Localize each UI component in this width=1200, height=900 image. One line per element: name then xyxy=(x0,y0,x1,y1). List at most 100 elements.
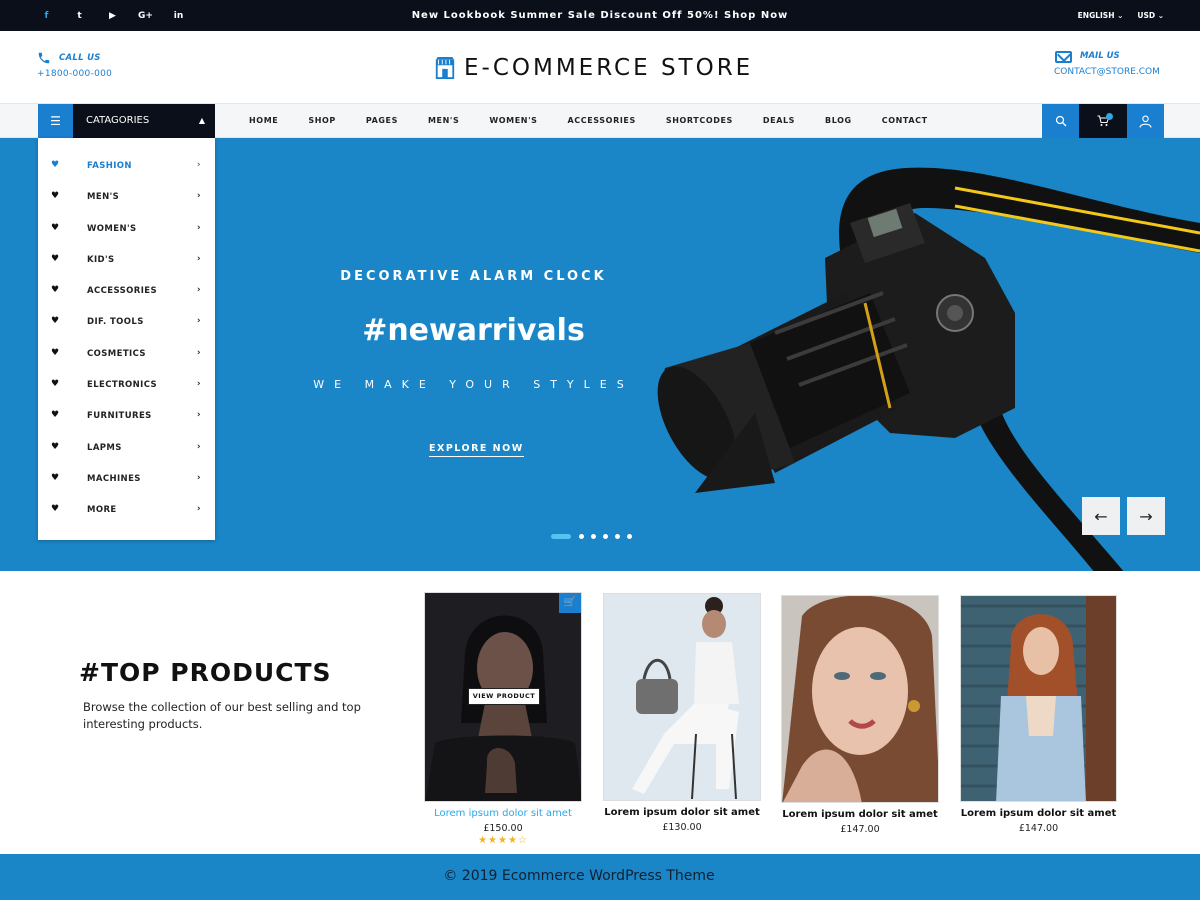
chevron-right-icon: › xyxy=(196,472,201,483)
product-name[interactable]: Lorem ipsum dolor sit amet xyxy=(603,807,761,818)
category-item-kids[interactable]: ♥ KID'S › xyxy=(38,245,215,276)
account-button[interactable] xyxy=(1127,104,1164,138)
heart-icon: ♥ xyxy=(51,441,60,452)
star-outline-icon: ☆ xyxy=(517,835,528,846)
heart-icon: ♥ xyxy=(51,253,60,264)
promo-text[interactable]: New Lookbook Summer Sale Discount Off 50… xyxy=(0,0,1200,31)
slider-dot[interactable] xyxy=(579,534,584,539)
category-label: MEN'S xyxy=(87,192,120,203)
category-item-electronics[interactable]: ♥ ELECTRONICS › xyxy=(38,370,215,401)
call-us[interactable]: CALL US +1800-000-000 xyxy=(37,51,112,79)
category-item-machines[interactable]: ♥ MACHINES › xyxy=(38,464,215,495)
category-item-lapms[interactable]: ♥ LAPMS › xyxy=(38,433,215,464)
nav-pages[interactable]: PAGES xyxy=(351,104,413,138)
call-us-label: CALL US xyxy=(59,53,101,63)
category-label: FASHION xyxy=(87,161,132,171)
mail-icon xyxy=(1055,51,1072,63)
product-image[interactable]: VIEW PRODUCT 🛒 xyxy=(424,592,582,802)
cart-button[interactable] xyxy=(1079,104,1127,138)
mail-us[interactable]: MAIL US CONTACT@STORE.COM xyxy=(1054,51,1160,77)
nav-blog[interactable]: BLOG xyxy=(810,104,867,138)
categories-toggle[interactable]: ☰ CATAGORIES ▲ xyxy=(38,104,215,138)
cart-badge xyxy=(1106,113,1113,120)
product-image[interactable] xyxy=(781,595,939,803)
category-item-fashion[interactable]: ♥ FASHION › xyxy=(38,151,215,182)
currency-select[interactable]: USD ⌄ xyxy=(1137,0,1164,31)
chevron-right-icon: › xyxy=(196,191,201,202)
chevron-right-icon: › xyxy=(196,347,201,358)
email-address[interactable]: CONTACT@STORE.COM xyxy=(1054,67,1160,77)
product-price: £150.00 xyxy=(483,823,523,834)
chevron-right-icon: › xyxy=(196,441,201,452)
product-name[interactable]: Lorem ipsum dolor sit amet xyxy=(781,809,939,820)
category-item-more[interactable]: ♥ MORE › xyxy=(38,495,215,526)
product-name[interactable]: Lorem ipsum dolor sit amet xyxy=(960,808,1117,819)
product-name[interactable]: Lorem ipsum dolor sit amet xyxy=(424,808,582,819)
phone-number[interactable]: +1800-000-000 xyxy=(37,69,112,79)
category-item-mens[interactable]: ♥ MEN'S › xyxy=(38,182,215,213)
slider-dot-active[interactable] xyxy=(551,534,571,539)
product-image[interactable] xyxy=(960,595,1117,802)
main-nav: ☰ CATAGORIES ▲ HOME SHOP PAGES MEN'S WOM… xyxy=(0,103,1200,138)
nav-mens[interactable]: MEN'S xyxy=(413,104,474,138)
nav-shortcodes[interactable]: SHORTCODES xyxy=(651,104,748,138)
nav-deals[interactable]: DEALS xyxy=(748,104,810,138)
category-item-tools[interactable]: ♥ DIF. TOOLS › xyxy=(38,307,215,338)
category-dropdown: ♥ FASHION › ♥ MEN'S › ♥ WOMEN'S › ♥ KID'… xyxy=(38,138,215,540)
language-select[interactable]: ENGLISH ⌄ xyxy=(1078,0,1124,31)
slider-dot[interactable] xyxy=(627,534,632,539)
explore-now-link[interactable]: EXPLORE NOW xyxy=(429,443,524,457)
search-button[interactable] xyxy=(1042,104,1079,138)
product-photo xyxy=(782,596,938,802)
next-slide-button[interactable]: → xyxy=(1127,497,1165,535)
category-item-accessories[interactable]: ♥ ACCESSORIES › xyxy=(38,276,215,307)
site-logo[interactable]: E-COMMERCE STORE xyxy=(434,55,753,81)
nav-home[interactable]: HOME xyxy=(234,104,293,138)
hero-title: #newarrivals xyxy=(362,313,585,348)
prev-slide-button[interactable]: ← xyxy=(1082,497,1120,535)
product-card[interactable]: VIEW PRODUCT 🛒 Lorem ipsum dolor sit ame… xyxy=(424,592,582,846)
heart-icon: ♥ xyxy=(51,379,60,390)
search-icon xyxy=(1055,115,1066,127)
chevron-right-icon: › xyxy=(196,379,201,390)
copyright-text: © 2019 Ecommerce WordPress Theme xyxy=(443,868,715,884)
product-image[interactable] xyxy=(603,593,761,801)
hamburger-icon: ☰ xyxy=(38,104,73,138)
chevron-right-icon: › xyxy=(196,316,201,327)
product-card[interactable]: Lorem ipsum dolor sit amet £147.00 xyxy=(781,595,939,835)
star-icon: ★ xyxy=(488,835,499,846)
heart-icon: ♥ xyxy=(51,410,60,421)
category-item-furnitures[interactable]: ♥ FURNITURES › xyxy=(38,401,215,432)
heart-icon: ♥ xyxy=(51,285,60,296)
slider-dot[interactable] xyxy=(615,534,620,539)
top-products-description: Browse the collection of our best sellin… xyxy=(83,700,361,731)
site-header: CALL US +1800-000-000 E-COMMERCE STORE M… xyxy=(0,31,1200,103)
product-card[interactable]: Lorem ipsum dolor sit amet £147.00 xyxy=(960,595,1117,834)
mail-us-label: MAIL US xyxy=(1080,51,1120,61)
slider-dot[interactable] xyxy=(603,534,608,539)
product-photo xyxy=(604,594,760,800)
nav-shop[interactable]: SHOP xyxy=(293,104,351,138)
top-bar: f t ▶ G+ in New Lookbook Summer Sale Dis… xyxy=(0,0,1200,31)
category-item-womens[interactable]: ♥ WOMEN'S › xyxy=(38,214,215,245)
slider-dot[interactable] xyxy=(591,534,596,539)
category-label: MORE xyxy=(87,505,117,516)
phone-icon xyxy=(37,51,51,65)
nav-womens[interactable]: WOMEN'S xyxy=(474,104,552,138)
store-icon xyxy=(435,57,455,79)
category-label: FURNITURES xyxy=(87,411,152,422)
product-price: £147.00 xyxy=(1018,823,1059,834)
slider-dots xyxy=(551,534,639,539)
heart-icon: ♥ xyxy=(51,222,60,233)
product-card[interactable]: Lorem ipsum dolor sit amet £130.00 xyxy=(603,593,761,833)
view-product-button[interactable]: VIEW PRODUCT xyxy=(468,688,540,705)
nav-accessories[interactable]: ACCESSORIES xyxy=(553,104,651,138)
hero-tagline: DECORATIVE ALARM CLOCK xyxy=(340,269,607,284)
star-icon: ★ xyxy=(478,835,489,846)
add-to-cart-icon[interactable]: 🛒 xyxy=(559,593,581,613)
heart-icon: ♥ xyxy=(51,160,60,170)
heart-icon: ♥ xyxy=(51,316,60,327)
top-products-title: #TOP PRODUCTS xyxy=(79,658,332,687)
nav-contact[interactable]: CONTACT xyxy=(867,104,943,138)
category-item-cosmetics[interactable]: ♥ COSMETICS › xyxy=(38,339,215,370)
